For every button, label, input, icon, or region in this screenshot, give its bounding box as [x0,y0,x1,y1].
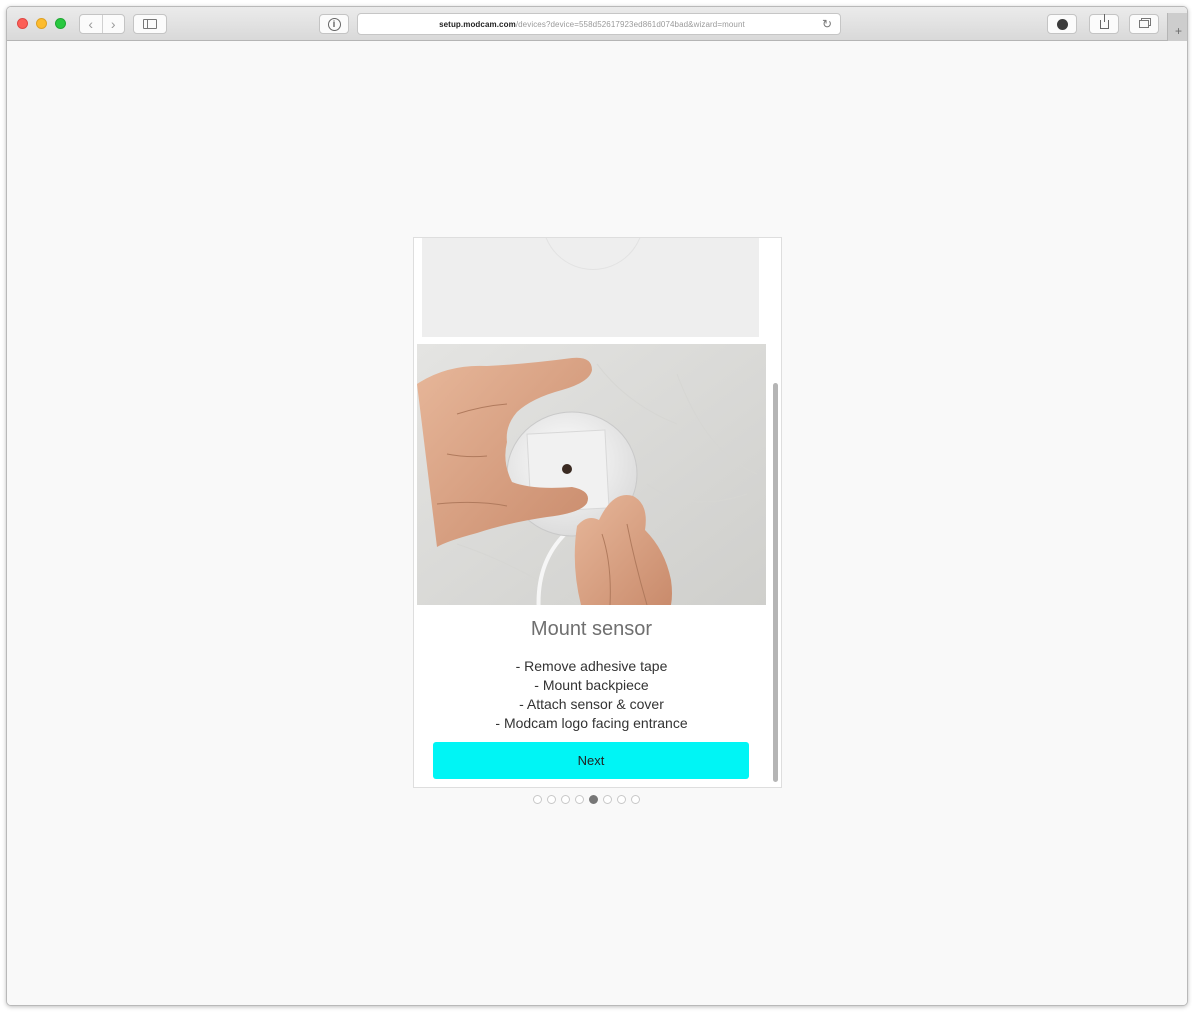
close-window-button[interactable] [17,18,28,29]
previous-step-panel [422,238,759,337]
url-path: /devices?device=558d52617923ed861d074bad… [515,19,745,29]
next-button[interactable]: Next [433,742,749,779]
show-tabs-button[interactable] [1129,14,1159,34]
instruction-list: - Remove adhesive tape - Mount backpiece… [417,657,766,733]
pagination-dot[interactable] [575,795,584,804]
step-pagination [533,795,640,804]
extension-button[interactable] [1047,14,1077,34]
share-button[interactable] [1089,13,1119,34]
scrollbar-thumb[interactable] [773,383,778,782]
info-icon: i [327,17,341,31]
chevron-left-icon: ‹ [88,16,94,32]
site-info-button[interactable]: i [319,14,349,34]
back-button[interactable]: ‹ [80,17,102,31]
previous-step-image [542,238,644,270]
pagination-dot[interactable] [547,795,556,804]
pagination-dot[interactable] [617,795,626,804]
zoom-window-button[interactable] [55,18,66,29]
pagination-dot[interactable] [589,795,598,804]
pagination-dot[interactable] [533,795,542,804]
page-content: Mount sensor - Remove adhesive tape - Mo… [7,41,1187,1005]
pagination-dot[interactable] [631,795,640,804]
sidebar-icon [143,19,157,29]
mount-sensor-illustration [417,344,766,605]
chevron-right-icon: › [110,16,116,32]
sidebar-toggle-button[interactable] [133,14,167,34]
setup-wizard-card: Mount sensor - Remove adhesive tape - Mo… [413,237,782,788]
instruction-item: - Mount backpiece [534,677,649,693]
url-host: setup.modcam.com [439,19,516,29]
plus-icon: + [1174,24,1182,38]
browser-window: ‹ › i setup.modcam.com/devices?device=55… [6,6,1188,1006]
reload-icon[interactable]: ↻ [822,17,832,31]
instruction-item: - Attach sensor & cover [519,696,664,712]
new-tab-button[interactable]: + [1167,13,1187,41]
card-scrollbar[interactable] [771,238,780,787]
minimize-window-button[interactable] [36,18,47,29]
pagination-dot[interactable] [561,795,570,804]
navigation-buttons: ‹ › [79,14,125,34]
forward-button[interactable]: › [102,17,124,31]
url-text: setup.modcam.com/devices?device=558d5261… [366,20,818,29]
browser-toolbar: ‹ › i setup.modcam.com/devices?device=55… [7,7,1187,41]
tabs-icon [1139,20,1149,28]
instruction-item: - Modcam logo facing entrance [495,715,688,731]
mount-sensor-photo [417,344,766,605]
step-title: Mount sensor [530,618,653,640]
pagination-dot[interactable] [603,795,612,804]
share-icon [1099,13,1109,29]
extension-icon [1056,18,1068,30]
address-bar[interactable]: setup.modcam.com/devices?device=558d5261… [357,13,841,35]
instruction-item: - Remove adhesive tape [515,658,668,674]
